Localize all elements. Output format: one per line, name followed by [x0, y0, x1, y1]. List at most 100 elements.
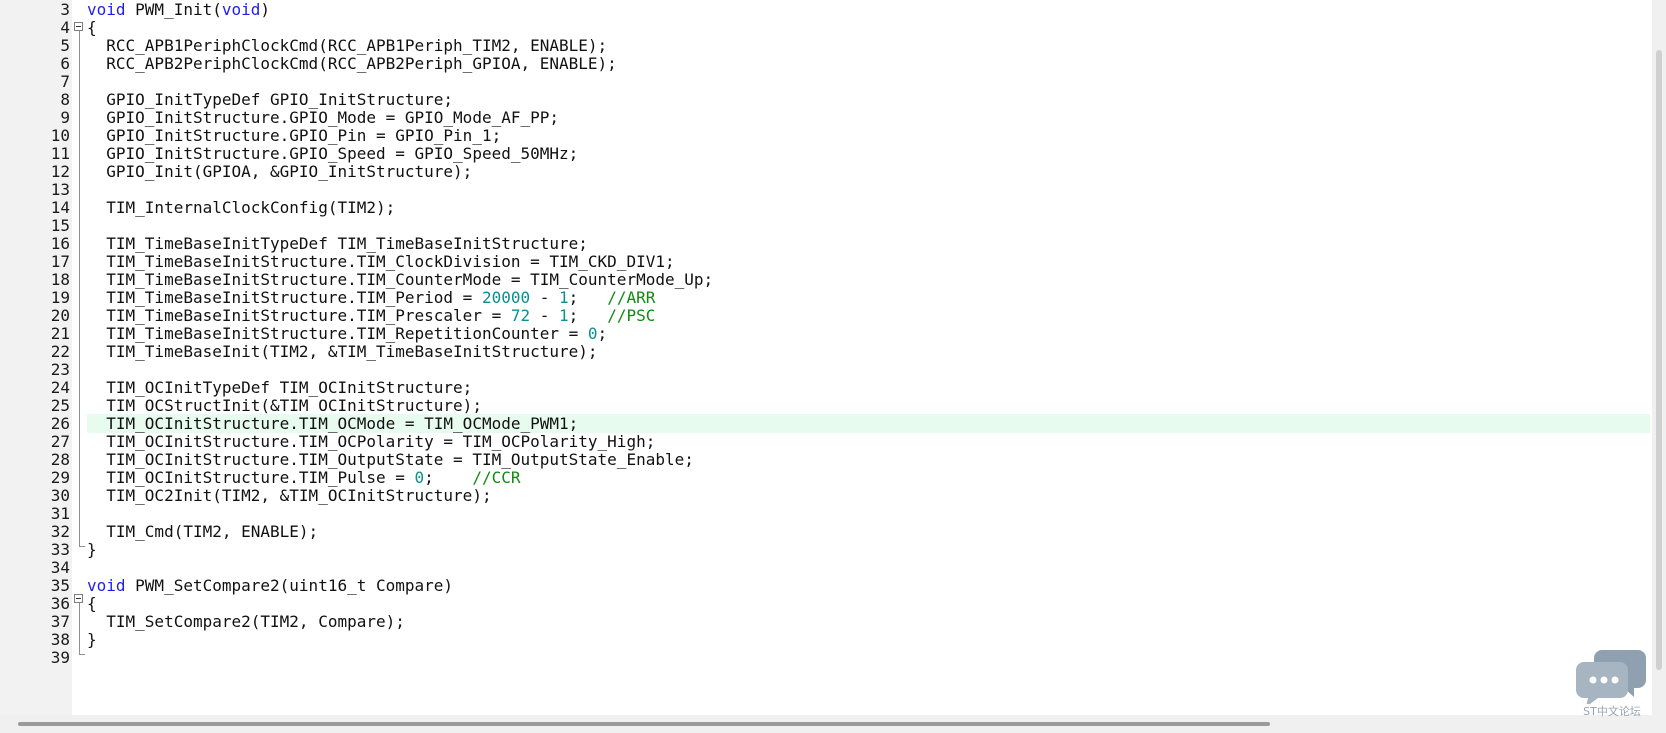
- code-token: GPIO_Init(GPIOA, &GPIO_InitStructure);: [87, 162, 473, 181]
- code-line[interactable]: 8 GPIO_InitTypeDef GPIO_InitStructure;: [0, 90, 1650, 109]
- code-line-text[interactable]: TIM_OCInitStructure.TIM_OutputState = TI…: [87, 450, 1650, 469]
- code-line-text[interactable]: TIM_OCInitStructure.TIM_OCMode = TIM_OCM…: [87, 414, 1650, 433]
- code-line-text[interactable]: TIM_TimeBaseInitStructure.TIM_Period = 2…: [87, 288, 1650, 307]
- code-token: }: [87, 630, 97, 649]
- vertical-scrollbar-thumb[interactable]: [1656, 50, 1662, 670]
- code-line-text[interactable]: TIM_TimeBaseInitStructure.TIM_CounterMod…: [87, 270, 1650, 289]
- code-line[interactable]: 23: [0, 360, 1650, 379]
- code-line-text[interactable]: RCC_APB1PeriphClockCmd(RCC_APB1Periph_TI…: [87, 36, 1650, 55]
- code-line-text[interactable]: GPIO_InitStructure.GPIO_Pin = GPIO_Pin_1…: [87, 126, 1650, 145]
- code-line-text[interactable]: }: [87, 630, 1650, 649]
- code-line[interactable]: 38}: [0, 630, 1650, 649]
- code-line[interactable]: 4{: [0, 18, 1650, 37]
- code-line-text[interactable]: [87, 180, 1650, 199]
- line-number: 7: [60, 72, 70, 91]
- code-line[interactable]: 3 void PWM_Init(void): [0, 0, 1650, 19]
- code-line[interactable]: 20 TIM_TimeBaseInitStructure.TIM_Prescal…: [0, 306, 1650, 325]
- code-line-text[interactable]: void PWM_Init(void): [87, 0, 1650, 19]
- code-line[interactable]: 32 TIM_Cmd(TIM2, ENABLE);: [0, 522, 1650, 541]
- code-line[interactable]: 25 TIM_OCStructInit(&TIM_OCInitStructure…: [0, 396, 1650, 415]
- code-line[interactable]: 18 TIM_TimeBaseInitStructure.TIM_Counter…: [0, 270, 1650, 289]
- line-number: 23: [50, 360, 70, 379]
- code-line-text[interactable]: TIM_TimeBaseInitStructure.TIM_ClockDivis…: [87, 252, 1650, 271]
- code-line-text[interactable]: TIM_TimeBaseInitTypeDef TIM_TimeBaseInit…: [87, 234, 1650, 253]
- fold-toggle-icon[interactable]: [74, 22, 83, 31]
- code-line[interactable]: 39: [0, 648, 1650, 667]
- code-line[interactable]: 31: [0, 504, 1650, 523]
- code-token: ;: [568, 288, 608, 307]
- code-line-text[interactable]: {: [87, 594, 1650, 613]
- code-line[interactable]: 19 TIM_TimeBaseInitStructure.TIM_Period …: [0, 288, 1650, 307]
- code-line[interactable]: 22 TIM_TimeBaseInit(TIM2, &TIM_TimeBaseI…: [0, 342, 1650, 361]
- code-line[interactable]: 7: [0, 72, 1650, 91]
- code-token: TIM_OCInitStructure.TIM_OCPolarity = TIM…: [87, 432, 656, 451]
- code-line[interactable]: 33}: [0, 540, 1650, 559]
- code-line-text[interactable]: TIM_TimeBaseInitStructure.TIM_Repetition…: [87, 324, 1650, 343]
- code-line-text[interactable]: GPIO_InitTypeDef GPIO_InitStructure;: [87, 90, 1650, 109]
- line-number: 24: [50, 378, 70, 397]
- code-line[interactable]: 30 TIM_OC2Init(TIM2, &TIM_OCInitStructur…: [0, 486, 1650, 505]
- code-line[interactable]: 13: [0, 180, 1650, 199]
- code-line[interactable]: 12 GPIO_Init(GPIOA, &GPIO_InitStructure)…: [0, 162, 1650, 181]
- code-line[interactable]: 26 TIM_OCInitStructure.TIM_OCMode = TIM_…: [0, 414, 1650, 433]
- code-line[interactable]: 6 RCC_APB2PeriphClockCmd(RCC_APB2Periph_…: [0, 54, 1650, 73]
- code-line-text[interactable]: [87, 360, 1650, 379]
- code-line-text[interactable]: GPIO_Init(GPIOA, &GPIO_InitStructure);: [87, 162, 1650, 181]
- code-line-text[interactable]: TIM_OCInitStructure.TIM_OCPolarity = TIM…: [87, 432, 1650, 451]
- code-line-text[interactable]: TIM_OCInitStructure.TIM_Pulse = 0; //CCR: [87, 468, 1650, 487]
- code-line-text[interactable]: GPIO_InitStructure.GPIO_Speed = GPIO_Spe…: [87, 144, 1650, 163]
- code-line-text[interactable]: TIM_OCInitTypeDef TIM_OCInitStructure;: [87, 378, 1650, 397]
- horizontal-scrollbar-thumb[interactable]: [18, 722, 1270, 726]
- code-line[interactable]: 11 GPIO_InitStructure.GPIO_Speed = GPIO_…: [0, 144, 1650, 163]
- code-line[interactable]: 37 TIM_SetCompare2(TIM2, Compare);: [0, 612, 1650, 631]
- code-line-text[interactable]: [87, 648, 1650, 667]
- code-line[interactable]: 14 TIM_InternalClockConfig(TIM2);: [0, 198, 1650, 217]
- code-line[interactable]: 17 TIM_TimeBaseInitStructure.TIM_ClockDi…: [0, 252, 1650, 271]
- code-editor[interactable]: 3 void PWM_Init(void) 4{5 RCC_APB1PeriphCl…: [0, 0, 1666, 715]
- code-token: TIM_OCInitStructure.TIM_Pulse =: [87, 468, 415, 487]
- code-line-text[interactable]: TIM_InternalClockConfig(TIM2);: [87, 198, 1650, 217]
- code-line[interactable]: 5 RCC_APB1PeriphClockCmd(RCC_APB1Periph_…: [0, 36, 1650, 55]
- code-line-text[interactable]: [87, 558, 1650, 577]
- code-line[interactable]: 35 void PWM_SetCompare2(uint16_t Compare): [0, 576, 1650, 595]
- code-line[interactable]: 27 TIM_OCInitStructure.TIM_OCPolarity = …: [0, 432, 1650, 451]
- code-token: TIM_OCInitStructure.TIM_OutputState = TI…: [87, 450, 694, 469]
- line-number: 6: [60, 54, 70, 73]
- code-line[interactable]: 34: [0, 558, 1650, 577]
- code-line-text[interactable]: TIM_OCStructInit(&TIM_OCInitStructure);: [87, 396, 1650, 415]
- line-number: 29: [50, 468, 70, 487]
- code-line-text[interactable]: [87, 72, 1650, 91]
- code-line-text[interactable]: {: [87, 18, 1650, 37]
- code-line[interactable]: 10 GPIO_InitStructure.GPIO_Pin = GPIO_Pi…: [0, 126, 1650, 145]
- code-line[interactable]: 9 GPIO_InitStructure.GPIO_Mode = GPIO_Mo…: [0, 108, 1650, 127]
- code-line-text[interactable]: }: [87, 540, 1650, 559]
- code-line-text[interactable]: [87, 504, 1650, 523]
- code-line[interactable]: 36 {: [0, 594, 1650, 613]
- fold-range-line: [79, 603, 80, 654]
- watermark-label: ST中文论坛: [1583, 705, 1641, 718]
- line-number: 12: [50, 162, 70, 181]
- code-line-text[interactable]: TIM_Cmd(TIM2, ENABLE);: [87, 522, 1650, 541]
- code-token: TIM_TimeBaseInitStructure.TIM_ClockDivis…: [87, 252, 675, 271]
- code-line-text[interactable]: TIM_TimeBaseInit(TIM2, &TIM_TimeBaseInit…: [87, 342, 1650, 361]
- line-number: 39: [50, 648, 70, 667]
- code-line[interactable]: 28 TIM_OCInitStructure.TIM_OutputState =…: [0, 450, 1650, 469]
- code-line-text[interactable]: RCC_APB2PeriphClockCmd(RCC_APB2Periph_GP…: [87, 54, 1650, 73]
- code-line-text[interactable]: TIM_SetCompare2(TIM2, Compare);: [87, 612, 1650, 631]
- line-number: 35: [50, 576, 70, 595]
- comment-token: //CCR: [472, 468, 521, 487]
- code-line[interactable]: 24 TIM_OCInitTypeDef TIM_OCInitStructure…: [0, 378, 1650, 397]
- code-line[interactable]: 29 TIM_OCInitStructure.TIM_Pulse = 0; //…: [0, 468, 1650, 487]
- line-number: 10: [50, 126, 70, 145]
- code-line-text[interactable]: TIM_OC2Init(TIM2, &TIM_OCInitStructure);: [87, 486, 1650, 505]
- code-line[interactable]: 21 TIM_TimeBaseInitStructure.TIM_Repetit…: [0, 324, 1650, 343]
- code-line-text[interactable]: void PWM_SetCompare2(uint16_t Compare): [87, 576, 1650, 595]
- code-line-text[interactable]: GPIO_InitStructure.GPIO_Mode = GPIO_Mode…: [87, 108, 1650, 127]
- fold-toggle-icon[interactable]: [74, 594, 83, 603]
- line-number: 27: [50, 432, 70, 451]
- code-line-text[interactable]: TIM_TimeBaseInitStructure.TIM_Prescaler …: [87, 306, 1650, 325]
- code-line[interactable]: 15: [0, 216, 1650, 235]
- line-number: 20: [50, 306, 70, 325]
- code-line[interactable]: 16 TIM_TimeBaseInitTypeDef TIM_TimeBaseI…: [0, 234, 1650, 253]
- code-line-text[interactable]: [87, 216, 1650, 235]
